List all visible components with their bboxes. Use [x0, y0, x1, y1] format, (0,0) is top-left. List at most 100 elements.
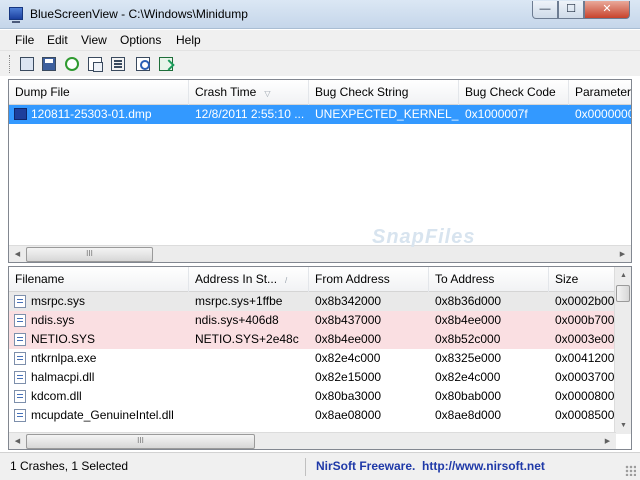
properties-icon	[111, 57, 125, 71]
crash-list-header: Dump File Crash Time ▽ Bug Check String B…	[9, 80, 631, 105]
cell-to-address: 0x8b52c000	[435, 332, 501, 346]
resize-grip-icon[interactable]	[625, 465, 636, 476]
minimize-button[interactable]: —	[532, 1, 558, 19]
table-row[interactable]: msrpc.sys msrpc.sys+1ffbe 0x8b342000 0x8b36…	[9, 292, 616, 311]
col-dump-file[interactable]: Dump File	[9, 80, 189, 105]
window-title: BlueScreenView - C:\Windows\Minidump	[30, 7, 248, 21]
status-count: 1 Crashes, 1 Selected	[8, 458, 306, 476]
copy-icon	[88, 57, 103, 72]
cell-filename: kdcom.dll	[31, 389, 82, 403]
cell-address-in-stack	[189, 368, 309, 387]
cell-from-address: 0x8b342000	[315, 294, 382, 308]
close-button[interactable]: ✕	[584, 1, 630, 19]
scroll-right-arrow-icon[interactable]: ▶	[599, 433, 616, 449]
cell-size: 0x00037000	[555, 370, 616, 384]
html-report-icon	[20, 57, 34, 71]
title-bar: BlueScreenView - C:\Windows\Minidump — ☐…	[0, 0, 640, 29]
cell-crash-time: 12/8/2011 2:55:10 ...	[195, 107, 305, 121]
cell-to-address: 0x82e4c000	[435, 370, 501, 384]
scroll-left-arrow-icon[interactable]: ◀	[9, 433, 26, 449]
table-row[interactable]: kdcom.dll 0x80ba3000 0x80bab000 0x00008000	[9, 387, 616, 406]
cell-address-in-stack: NETIO.SYS+2e48c	[195, 332, 299, 346]
crash-list-hscrollbar[interactable]: ◀ III ▶	[9, 245, 631, 262]
table-row[interactable]: ntkrnlpa.exe 0x82e4c000 0x8325e000 0x004120…	[9, 349, 616, 368]
col-address-in-stack-label: Address In St...	[195, 272, 278, 286]
snapfiles-watermark: SnapFiles	[372, 226, 476, 248]
scroll-thumb[interactable]: III	[26, 434, 255, 449]
scroll-down-arrow-icon[interactable]: ▼	[615, 417, 631, 434]
col-bug-check-string[interactable]: Bug Check String	[309, 80, 459, 105]
menu-bar: File Edit View Options Help	[0, 30, 640, 50]
cell-size: 0x00412000	[555, 351, 616, 365]
col-bug-check-code[interactable]: Bug Check Code	[459, 80, 569, 105]
menu-view[interactable]: View	[81, 33, 107, 47]
scroll-up-arrow-icon[interactable]: ▲	[615, 267, 631, 284]
col-parameter[interactable]: Parameter	[569, 80, 631, 105]
scroll-right-arrow-icon[interactable]: ▶	[614, 246, 631, 262]
cell-size: 0x00008000	[555, 389, 616, 403]
col-to-address[interactable]: To Address	[429, 267, 549, 292]
cell-size: 0x00085000	[555, 408, 616, 422]
cell-to-address: 0x8b4ee000	[435, 313, 502, 327]
menu-edit[interactable]: Edit	[47, 33, 68, 47]
menu-options[interactable]: Options	[120, 33, 161, 47]
driver-list-vscrollbar[interactable]: ▲ ▼	[614, 267, 631, 434]
cell-from-address: 0x82e4c000	[315, 351, 381, 365]
toolbar	[0, 50, 640, 76]
properties-button[interactable]	[108, 54, 128, 74]
driver-list-pane[interactable]: Filename Address In St... / From Address …	[8, 266, 632, 450]
col-size[interactable]: Size	[549, 267, 616, 292]
cell-address-in-stack	[189, 387, 309, 406]
crash-list-pane[interactable]: Dump File Crash Time ▽ Bug Check String B…	[8, 79, 632, 263]
status-bar: 1 Crashes, 1 Selected NirSoft Freeware. …	[0, 452, 640, 480]
maximize-button[interactable]: ☐	[558, 1, 584, 19]
cell-from-address: 0x80ba3000	[315, 389, 382, 403]
refresh-icon	[65, 57, 79, 71]
cell-filename: mcupdate_GenuineIntel.dll	[31, 408, 174, 422]
refresh-button[interactable]	[62, 54, 82, 74]
sort-descending-icon: ▽	[264, 89, 271, 98]
save-icon	[42, 57, 56, 71]
vertical-scroll-thumb[interactable]	[616, 285, 630, 302]
cell-address-in-stack: ndis.sys+406d8	[195, 313, 279, 327]
find-button[interactable]	[133, 54, 153, 74]
cell-to-address: 0x80bab000	[435, 389, 502, 403]
col-address-in-stack[interactable]: Address In St... /	[189, 267, 309, 292]
driver-list-header: Filename Address In St... / From Address …	[9, 267, 616, 292]
crash-row[interactable]: 120811-25303-01.dmp 12/8/2011 2:55:10 ..…	[9, 105, 631, 124]
cell-filename: msrpc.sys	[31, 294, 85, 308]
cell-parameter: 0x00000008	[575, 107, 631, 121]
bluescreenview-app-icon	[9, 7, 23, 23]
cell-to-address: 0x8b36d000	[435, 294, 502, 308]
column-resize-icon: /	[285, 276, 288, 285]
table-row[interactable]: NETIO.SYS NETIO.SYS+2e48c 0x8b4ee000 0x8b52…	[9, 330, 616, 349]
nirsoft-link[interactable]: NirSoft Freeware. http://www.nirsoft.net	[316, 458, 545, 476]
col-crash-time-label: Crash Time	[195, 85, 257, 99]
scroll-left-arrow-icon[interactable]: ◀	[9, 246, 26, 262]
cell-to-address: 0x8325e000	[435, 351, 502, 365]
col-crash-time[interactable]: Crash Time ▽	[189, 80, 309, 105]
exit-button[interactable]	[156, 54, 176, 74]
table-row[interactable]: ndis.sys ndis.sys+406d8 0x8b437000 0x8b4ee0…	[9, 311, 616, 330]
toolbar-grip[interactable]	[9, 55, 12, 73]
col-from-address[interactable]: From Address	[309, 267, 429, 292]
cell-filename: ntkrnlpa.exe	[31, 351, 97, 365]
cell-from-address: 0x8b4ee000	[315, 332, 382, 346]
cell-address-in-stack	[189, 349, 309, 368]
save-button[interactable]	[39, 54, 59, 74]
cell-filename: NETIO.SYS	[31, 332, 96, 346]
driver-list-hscrollbar[interactable]: ◀ III ▶	[9, 432, 616, 449]
menu-help[interactable]: Help	[176, 33, 201, 47]
html-report-button[interactable]	[17, 54, 37, 74]
cell-dump-file: 120811-25303-01.dmp	[31, 107, 152, 121]
cell-from-address: 0x8ae08000	[315, 408, 382, 422]
table-row[interactable]: halmacpi.dll 0x82e15000 0x82e4c000 0x000370…	[9, 368, 616, 387]
menu-file[interactable]: File	[15, 33, 34, 47]
cell-size: 0x000b7000	[555, 313, 616, 327]
cell-bug-check-code: 0x1000007f	[465, 107, 528, 121]
scroll-thumb[interactable]: III	[26, 247, 153, 262]
col-filename[interactable]: Filename	[9, 267, 189, 292]
copy-button[interactable]	[85, 54, 105, 74]
table-row[interactable]: mcupdate_GenuineIntel.dll 0x8ae08000 0x8ae…	[9, 406, 616, 425]
exit-icon	[159, 57, 173, 71]
